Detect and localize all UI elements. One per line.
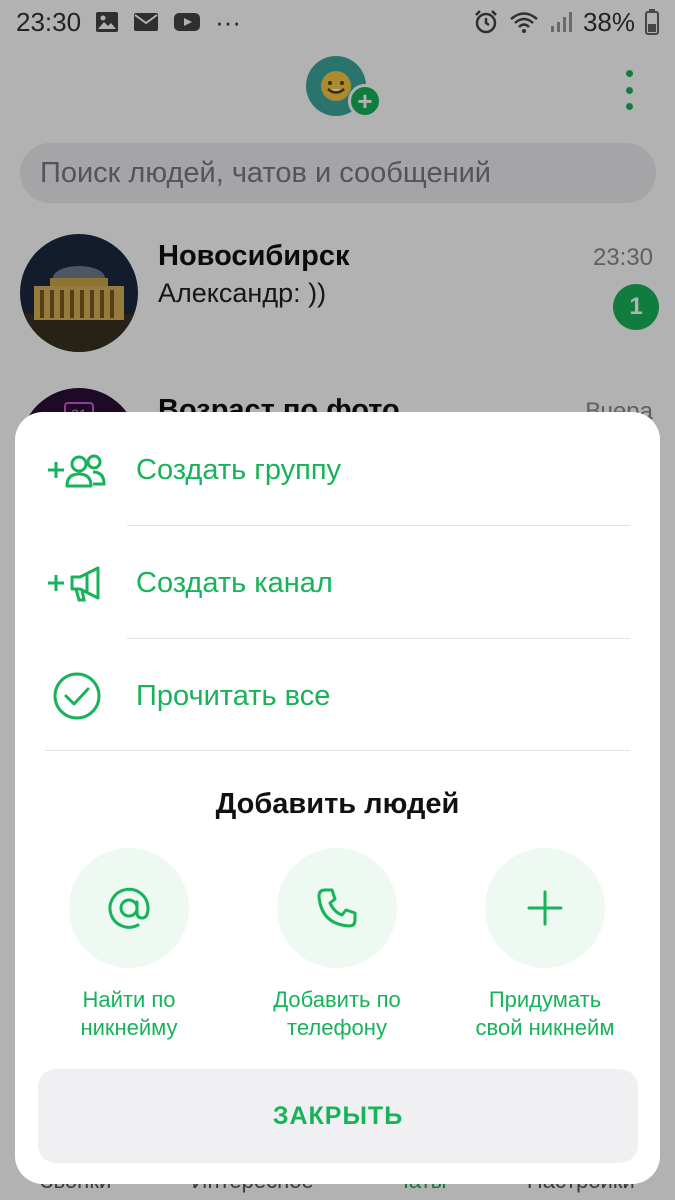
plus-icon — [527, 890, 563, 926]
divider — [127, 525, 630, 526]
create-nickname-button[interactable]: Придумать свой никнейм — [445, 848, 645, 1042]
action-circle — [485, 848, 605, 968]
phone-icon — [317, 888, 357, 928]
close-button[interactable]: ЗАКРЫТЬ — [38, 1069, 638, 1163]
menu-label: Прочитать все — [136, 679, 331, 712]
menu-item-create-group[interactable]: Создать группу — [15, 414, 660, 526]
action-circle — [277, 848, 397, 968]
divider — [127, 638, 630, 639]
action-label: Найти по никнейму — [80, 987, 178, 1040]
menu-item-create-channel[interactable]: Создать канал — [15, 527, 660, 639]
divider — [45, 750, 630, 751]
action-label: Добавить по телефону — [273, 987, 401, 1040]
add-group-icon — [45, 438, 109, 502]
add-by-phone-button[interactable]: Добавить по телефону — [237, 848, 437, 1042]
at-icon — [108, 887, 150, 929]
bottom-sheet: Создать группу Создать канал Прочитать в… — [15, 412, 660, 1184]
menu-label: Создать канал — [136, 566, 333, 599]
add-people-title: Добавить людей — [215, 788, 460, 820]
check-circle-icon — [45, 664, 109, 728]
action-label: Придумать свой никнейм — [475, 987, 615, 1040]
menu-label: Создать группу — [136, 453, 342, 486]
find-by-nickname-button[interactable]: Найти по никнейму — [29, 848, 229, 1042]
action-circle — [69, 848, 189, 968]
add-channel-icon — [45, 551, 109, 615]
menu-item-read-all[interactable]: Прочитать все — [15, 640, 660, 752]
